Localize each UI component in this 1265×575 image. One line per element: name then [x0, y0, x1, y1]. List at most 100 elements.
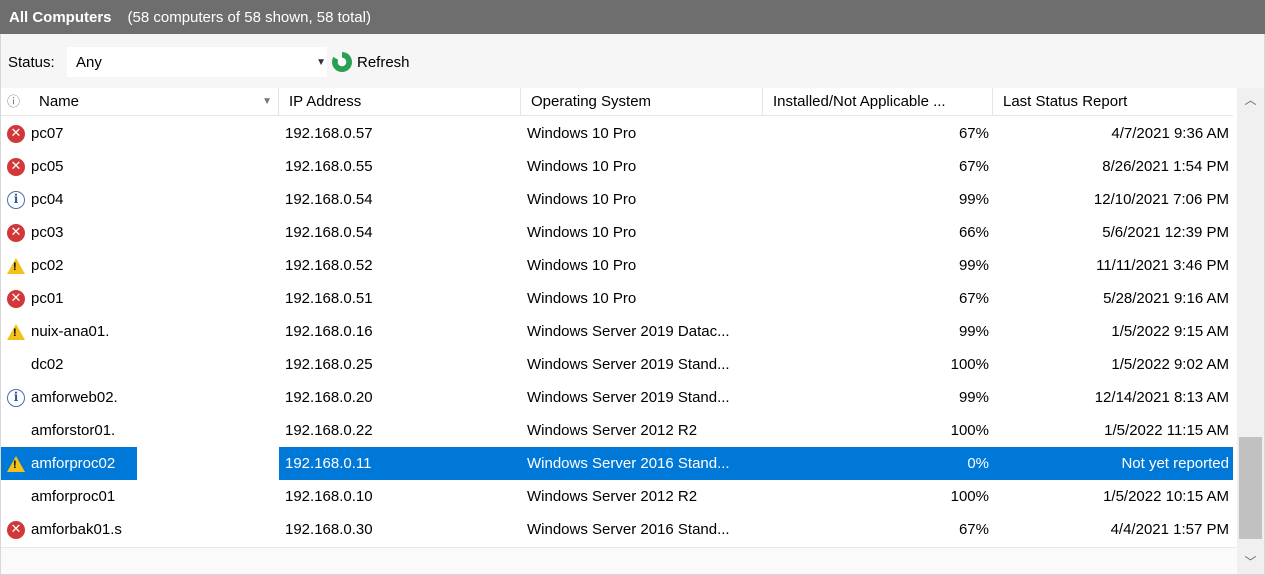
no-status-icon: [5, 355, 27, 375]
warning-icon: !: [5, 322, 27, 342]
refresh-label: Refresh: [357, 53, 410, 71]
column-header-ip-address[interactable]: IP Address: [279, 88, 521, 116]
last-status-report: 1/5/2022 11:15 AM: [1104, 422, 1229, 439]
table-row[interactable]: ✕ pc01 192.168.0.51 Windows 10 Pro 67% 5/28/2…: [1, 282, 1233, 315]
no-status-icon: [5, 487, 27, 507]
installed-not-applicable-percent: 100%: [950, 422, 989, 439]
operating-system: Windows Server 2019 Stand...: [527, 356, 730, 373]
ip-address: 192.168.0.54: [285, 224, 373, 241]
computer-name: amforproc02: [31, 455, 116, 472]
table-row[interactable]: i amforweb02. 192.168.0.20 Windows Server 2…: [1, 381, 1233, 414]
table-row[interactable]: amforproc01 192.168.0.10 Windows Server 20…: [1, 480, 1233, 513]
table-row[interactable]: ! amforproc02 192.168.0.11 Windows Server 2…: [1, 447, 1233, 480]
last-status-report: 1/5/2022 9:02 AM: [1111, 356, 1229, 373]
ip-address: 192.168.0.52: [285, 257, 373, 274]
ip-address: 192.168.0.30: [285, 521, 373, 538]
toolbar: Status: Any ▼ Refresh: [0, 34, 1265, 88]
table-row[interactable]: ! nuix-ana01. 192.168.0.16 Windows Server 2…: [1, 315, 1233, 348]
installed-not-applicable-percent: 99%: [958, 191, 989, 208]
table-row[interactable]: i pc04 192.168.0.54 Windows 10 Pro 99% 12/10/…: [1, 183, 1233, 216]
operating-system: Windows 10 Pro: [527, 290, 637, 307]
ip-address: 192.168.0.22: [285, 422, 373, 439]
column-header-name-label: Name: [39, 93, 80, 110]
vertical-scrollbar[interactable]: ︿ ﹀: [1237, 88, 1264, 574]
warning-icon: !: [5, 454, 27, 474]
computer-name: nuix-ana01.: [31, 323, 110, 340]
last-status-report: 12/14/2021 8:13 AM: [1094, 389, 1229, 406]
ip-address: 192.168.0.51: [285, 290, 373, 307]
column-header-last-status-report[interactable]: Last Status Report: [993, 88, 1233, 116]
operating-system: Windows Server 2016 Stand...: [527, 455, 730, 472]
last-status-report: 12/10/2021 7:06 PM: [1093, 191, 1229, 208]
table-row[interactable]: ✕ pc07 192.168.0.57 Windows 10 Pro 67% 4/7/20…: [1, 117, 1233, 150]
column-header-status-info-icon[interactable]: ⓘ: [1, 88, 35, 116]
installed-not-applicable-percent: 100%: [950, 356, 989, 373]
table-row[interactable]: ✕ amforbak01.s 192.168.0.30 Windows Server …: [1, 513, 1233, 546]
last-status-report: 4/4/2021 1:57 PM: [1110, 521, 1229, 538]
column-header-name[interactable]: Name ▼: [35, 88, 279, 116]
table-row[interactable]: dc02 192.168.0.25 Windows Server 2019 Stan…: [1, 348, 1233, 381]
operating-system: Windows 10 Pro: [527, 158, 637, 175]
last-status-report: 5/28/2021 9:16 AM: [1103, 290, 1229, 307]
column-header-installed-not-applicable[interactable]: Installed/Not Applicable ...: [763, 88, 993, 116]
operating-system: Windows Server 2012 R2: [527, 488, 698, 505]
ip-address: 192.168.0.11: [285, 455, 372, 472]
chevron-up-icon[interactable]: ︿: [1237, 88, 1264, 112]
refresh-button[interactable]: Refresh: [332, 52, 410, 72]
ip-address: 192.168.0.25: [285, 356, 373, 373]
table-row[interactable]: ✕ pc05 192.168.0.55 Windows 10 Pro 67% 8/26/2…: [1, 150, 1233, 183]
computer-count: (58 computers of 58 shown, 58 total): [127, 8, 371, 26]
installed-not-applicable-percent: 67%: [958, 521, 989, 538]
chevron-down-icon[interactable]: ﹀: [1237, 550, 1264, 574]
table-row[interactable]: amforstor01. 192.168.0.22 Windows Server 2…: [1, 414, 1233, 447]
installed-not-applicable-percent: 67%: [958, 125, 989, 142]
last-status-report: 1/5/2022 10:15 AM: [1103, 488, 1229, 505]
dropdown-arrow-icon[interactable]: ▼: [316, 48, 326, 78]
computer-name: pc05: [31, 158, 64, 175]
table-row[interactable]: ! pc02 192.168.0.52 Windows 10 Pro 99% 11/11/…: [1, 249, 1233, 282]
status-filter-value: Any: [76, 54, 102, 71]
installed-not-applicable-percent: 99%: [958, 389, 989, 406]
warning-icon: !: [5, 256, 27, 276]
last-status-report: 4/7/2021 9:36 AM: [1111, 125, 1229, 142]
operating-system: Windows Server 2019 Stand...: [527, 389, 730, 406]
sort-down-icon: ▼: [262, 96, 272, 107]
column-header-operating-system[interactable]: Operating System: [521, 88, 763, 116]
table-header: ⓘ Name ▼ IP Address Operating System Ins…: [1, 88, 1233, 116]
computer-name: pc01: [31, 290, 64, 307]
info-icon: i: [5, 190, 27, 210]
operating-system: Windows Server 2019 Datac...: [527, 323, 730, 340]
computer-name: pc02: [31, 257, 64, 274]
installed-not-applicable-percent: 0%: [967, 455, 989, 472]
computer-name: amforbak01.s: [31, 521, 122, 538]
scrollbar-thumb[interactable]: [1239, 437, 1262, 539]
page-title: All Computers: [9, 8, 112, 26]
computer-name: dc02: [31, 356, 64, 373]
computer-name: amforproc01: [31, 488, 116, 505]
error-icon: ✕: [5, 124, 27, 144]
installed-not-applicable-percent: 67%: [958, 290, 989, 307]
operating-system: Windows Server 2016 Stand...: [527, 521, 730, 538]
error-icon: ✕: [5, 223, 27, 243]
error-icon: ✕: [5, 157, 27, 177]
last-status-report: 8/26/2021 1:54 PM: [1102, 158, 1229, 175]
last-status-report: 5/6/2021 12:39 PM: [1102, 224, 1229, 241]
installed-not-applicable-percent: 99%: [958, 323, 989, 340]
title-bar: All Computers (58 computers of 58 shown,…: [0, 0, 1265, 34]
computer-name: amforweb02.: [31, 389, 118, 406]
computer-name: pc03: [31, 224, 64, 241]
computer-name: amforstor01.: [31, 422, 116, 439]
ip-address: 192.168.0.57: [285, 125, 373, 142]
computers-table: ⓘ Name ▼ IP Address Operating System Ins…: [0, 88, 1265, 575]
ip-address: 192.168.0.54: [285, 191, 373, 208]
installed-not-applicable-percent: 66%: [958, 224, 989, 241]
status-filter-select[interactable]: Any ▼: [67, 47, 327, 77]
operating-system: Windows 10 Pro: [527, 191, 637, 208]
table-row[interactable]: ✕ pc03 192.168.0.54 Windows 10 Pro 66% 5/6/20…: [1, 216, 1233, 249]
refresh-icon: [332, 52, 352, 72]
computer-name: pc07: [31, 125, 64, 142]
ip-address: 192.168.0.16: [285, 323, 373, 340]
ip-address: 192.168.0.55: [285, 158, 373, 175]
installed-not-applicable-percent: 67%: [958, 158, 989, 175]
last-status-report: 11/11/2021 3:46 PM: [1096, 257, 1229, 274]
